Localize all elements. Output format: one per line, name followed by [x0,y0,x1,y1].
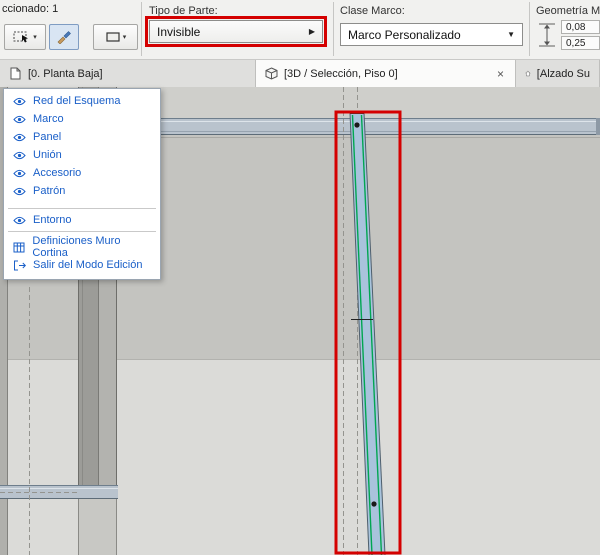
eye-icon [12,151,27,160]
view-tab-bar: [0. Planta Baja] [3D / Selección, Piso 0… [0,60,600,87]
menu-item-marco[interactable]: Marco [4,110,160,128]
toolbar-separator [141,2,142,56]
tab-elevation[interactable]: [Alzado Su [516,60,600,87]
marquee-select-icon [13,30,31,44]
frame-depth-value: 0,25 [566,38,585,49]
flyout-arrow-icon: ▶ [309,27,315,36]
menu-item-salir-modo-edicion[interactable]: Salir del Modo Edición [4,256,160,274]
elevation-icon [525,67,531,80]
close-icon[interactable]: × [495,67,506,81]
menu-item-label: Definiciones Muro Cortina [32,235,154,259]
tab-label: [0. Planta Baja] [28,68,103,80]
eye-icon [12,97,27,106]
marquee-select-button[interactable]: ▾ [4,24,46,50]
eye-icon [12,169,27,178]
frame-dimension-icon [537,19,557,54]
eye-icon [12,187,27,196]
menu-item-entorno[interactable]: Entorno [4,211,160,229]
tab-label: [Alzado Su [537,68,590,80]
eye-icon [12,216,27,225]
menu-separator [8,208,156,209]
brush-tool-button[interactable] [49,24,79,50]
menu-item-label: Salir del Modo Edición [33,259,142,271]
menu-item-label: Unión [33,149,62,161]
selection-handle-top[interactable] [354,122,359,127]
brush-icon [56,30,72,44]
menu-item-definiciones-muro-cortina[interactable]: Definiciones Muro Cortina [4,238,160,256]
frame-width-field[interactable]: 0,08 [561,20,600,34]
frame-display-button[interactable]: ▾ [93,24,138,50]
tipo-de-parte-value: Invisible [157,25,200,39]
tab-label: [3D / Selección, Piso 0] [284,68,398,80]
clase-marco-dropdown[interactable]: Marco Personalizado ▼ [340,23,523,46]
menu-separator [8,231,156,232]
menu-item-label: Accesorio [33,167,81,179]
menu-item-union[interactable]: Unión [4,146,160,164]
frame-rectangle-icon [105,31,121,43]
3d-view-icon [265,67,278,80]
frame-depth-field[interactable]: 0,25 [561,36,600,50]
exit-icon [12,260,27,271]
clase-marco-label: Clase Marco: [340,5,405,17]
floor-plan-icon [9,67,22,80]
selection-status: ccionado: 1 [2,3,58,15]
menu-item-label: Panel [33,131,61,143]
menu-item-label: Patrón [33,185,65,197]
dropdown-arrow-icon: ▾ [123,34,127,41]
toolbar-separator [333,2,334,56]
red-highlight-tipo-parte: Invisible ▶ [145,16,327,47]
dropdown-arrow-icon: ▾ [33,34,37,41]
menu-item-patron[interactable]: Patrón [4,182,160,200]
tab-floor-plan[interactable]: [0. Planta Baja] [0,60,256,87]
menu-item-panel[interactable]: Panel [4,128,160,146]
menu-item-red-del-esquema[interactable]: Red del Esquema [4,92,160,110]
dropdown-arrow-icon: ▼ [507,30,515,39]
menu-item-label: Red del Esquema [33,95,120,107]
menu-item-label: Marco [33,113,64,125]
geometria-marco-fields: 0,08 0,25 [561,20,600,52]
tipo-de-parte-dropdown[interactable]: Invisible ▶ [149,20,323,43]
toolbar-separator [529,2,530,56]
curtain-wall-context-menu: Red del Esquema Marco Panel Unión Acceso [3,88,161,280]
definitions-grid-icon [12,242,26,253]
selection-handle-bottom[interactable] [371,501,376,506]
frame-width-value: 0,08 [566,22,585,33]
info-box-toolbar: ccionado: 1 ▾ ▾ Tipo de Parte: I [0,0,600,60]
eye-icon [12,133,27,142]
eye-icon [12,115,27,124]
menu-item-accesorio[interactable]: Accesorio [4,164,160,182]
geometria-marco-label: Geometría Marco: [536,5,600,17]
clase-marco-value: Marco Personalizado [348,28,461,42]
menu-item-label: Entorno [33,214,72,226]
tab-3d-selection[interactable]: [3D / Selección, Piso 0] × [256,60,516,87]
